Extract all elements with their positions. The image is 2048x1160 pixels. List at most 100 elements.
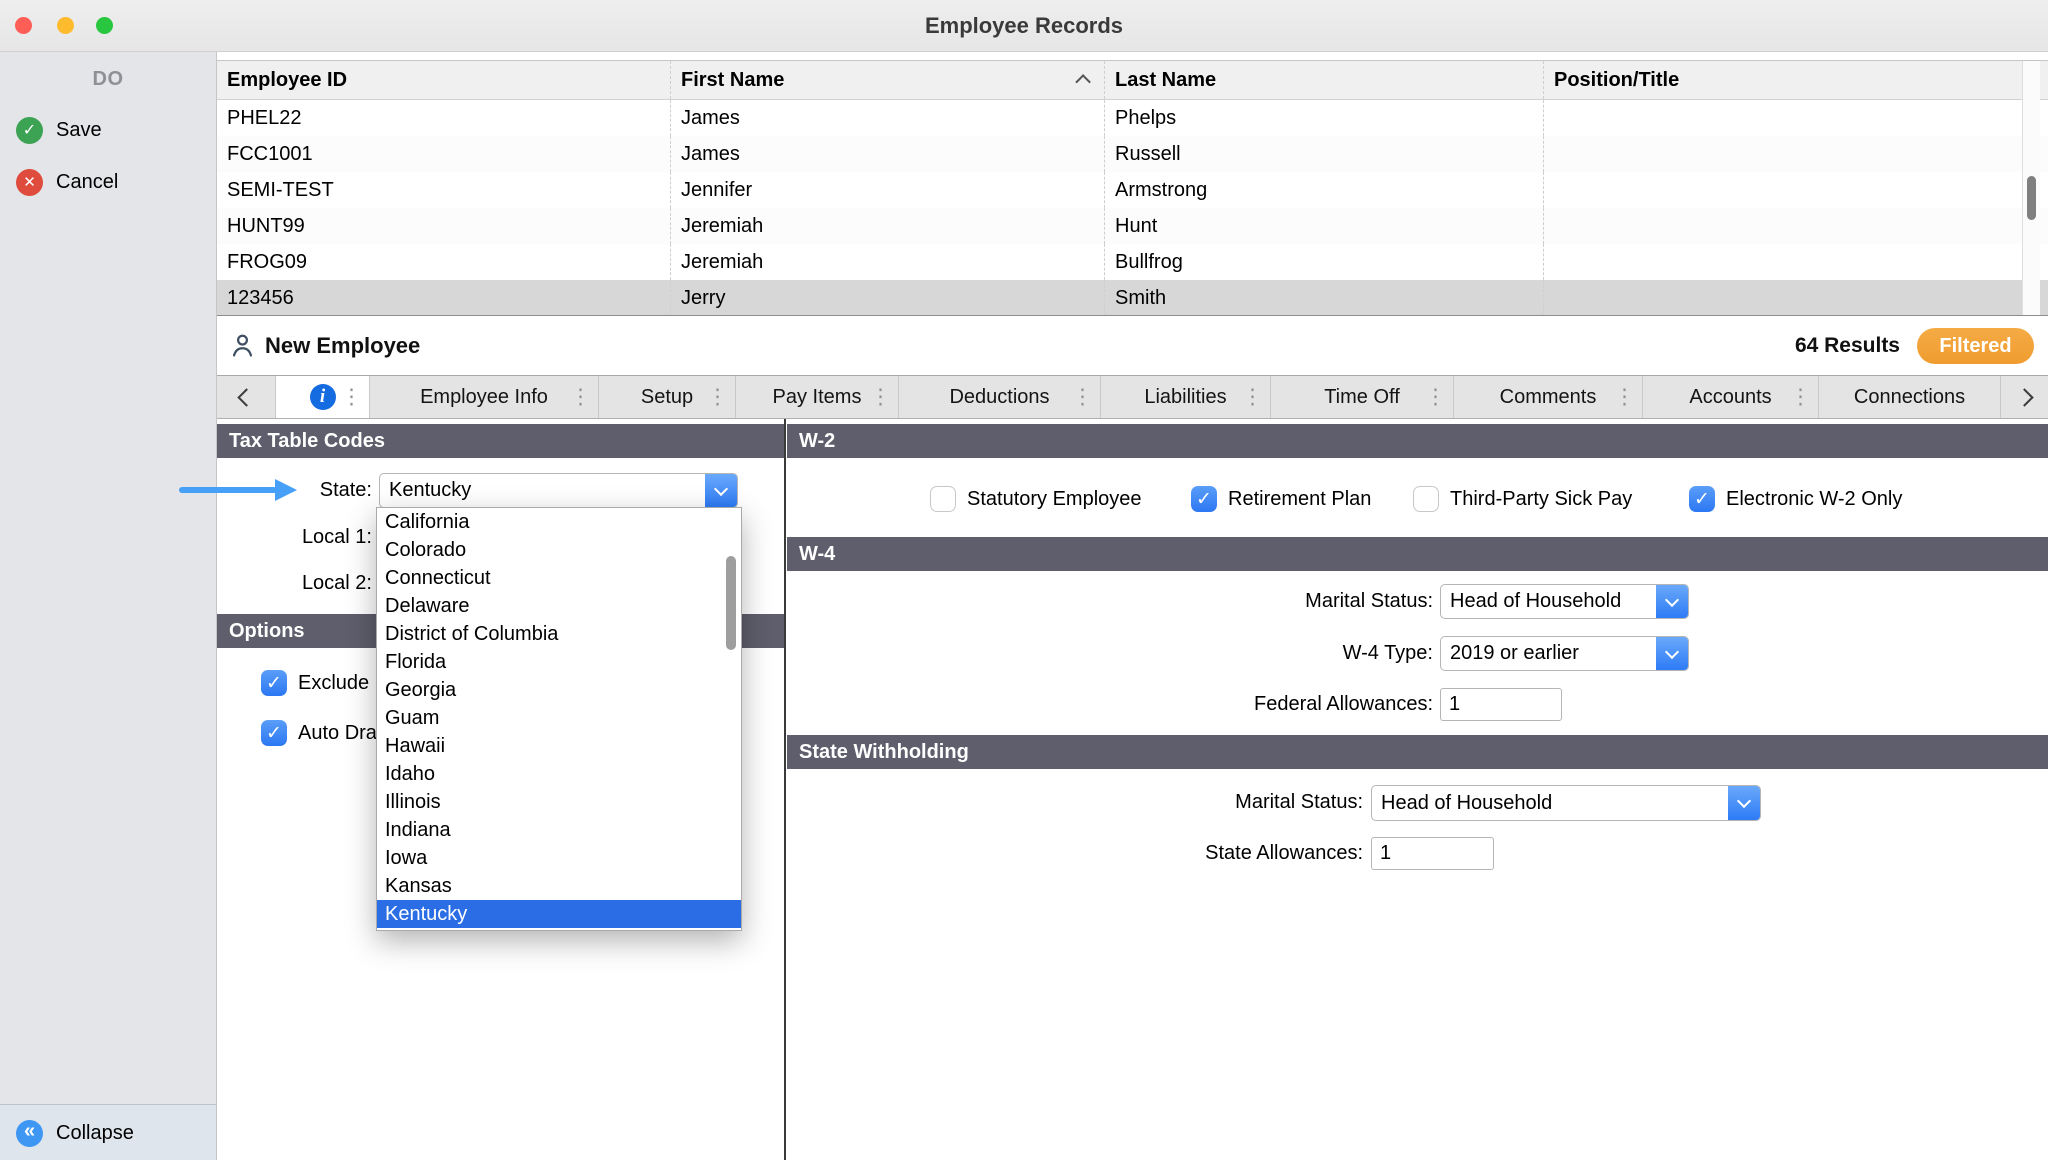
state-option[interactable]: Colorado [377, 536, 741, 564]
tab-menu-icon[interactable] [870, 385, 891, 410]
table-row-selected[interactable]: 123456 Jerry Smith [217, 280, 2048, 316]
column-header-first-name[interactable]: First Name [670, 61, 1104, 99]
tab-setup[interactable]: Setup [599, 376, 736, 418]
exclude-checkbox-label: Exclude [298, 672, 369, 695]
checkbox-checked-icon[interactable] [1191, 486, 1217, 512]
cell-first-name: Jerry [670, 280, 1104, 316]
tab-deductions[interactable]: Deductions [899, 376, 1101, 418]
dropdown-button[interactable] [1656, 637, 1688, 670]
tab-employee-info[interactable]: Employee Info [370, 376, 599, 418]
state-option[interactable]: District of Columbia [377, 620, 741, 648]
cell-last-name: Phelps [1104, 100, 1543, 136]
tabs-scroll-left-button[interactable] [217, 376, 276, 418]
state-option[interactable]: Idaho [377, 760, 741, 788]
state-option[interactable]: Kansas [377, 872, 741, 900]
tab-comments[interactable]: Comments [1454, 376, 1643, 418]
federal-allowances-input[interactable] [1440, 688, 1562, 721]
state-option[interactable]: Florida [377, 648, 741, 676]
state-option[interactable]: Delaware [377, 592, 741, 620]
cell-position [1543, 100, 2048, 136]
column-header-position[interactable]: Position/Title [1543, 61, 2048, 99]
statutory-employee-checkbox-group[interactable]: Statutory Employee [930, 486, 1142, 512]
cell-last-name: Armstrong [1104, 172, 1543, 208]
sidebar-section-label: DO [0, 52, 216, 91]
w4-marital-status-dropdown[interactable]: Head of Household [1440, 584, 1689, 619]
zoom-window-button[interactable] [96, 17, 113, 34]
table-scrollbar-thumb[interactable] [2027, 176, 2036, 220]
chevron-down-icon [1737, 794, 1751, 808]
retirement-plan-checkbox-group[interactable]: Retirement Plan [1191, 486, 1371, 512]
auto-draft-checkbox-group[interactable]: Auto Dra [261, 720, 377, 746]
filtered-badge[interactable]: Filtered [1917, 328, 2034, 364]
record-title: New Employee [265, 316, 420, 375]
tab-menu-icon[interactable] [570, 385, 591, 410]
state-option[interactable]: Iowa [377, 844, 741, 872]
tab-menu-icon[interactable] [1072, 385, 1093, 410]
tab-connections[interactable]: Connections [1819, 376, 2001, 418]
cell-first-name: James [670, 100, 1104, 136]
cell-last-name: Russell [1104, 136, 1543, 172]
checkbox-checked-icon[interactable] [261, 670, 287, 696]
table-row[interactable]: SEMI-TEST Jennifer Armstrong [217, 172, 2048, 208]
tabs-scroll-right-button[interactable] [2001, 376, 2048, 418]
w4-header: W-4 [787, 537, 2048, 571]
cell-employee-id: HUNT99 [217, 208, 670, 244]
table-row[interactable]: FROG09 Jeremiah Bullfrog [217, 244, 2048, 280]
w4-type-dropdown[interactable]: 2019 or earlier [1440, 636, 1689, 671]
tab-time-off[interactable]: Time Off [1271, 376, 1454, 418]
close-window-button[interactable] [15, 17, 32, 34]
state-option[interactable]: Indiana [377, 816, 741, 844]
tab-accounts[interactable]: Accounts [1643, 376, 1819, 418]
collapse-button[interactable]: Collapse [16, 1118, 134, 1148]
checkbox-checked-icon[interactable] [1689, 486, 1715, 512]
state-dropdown-menu: California Colorado Connecticut Delaware… [376, 507, 742, 931]
checkbox-unchecked-icon[interactable] [930, 486, 956, 512]
table-row[interactable]: HUNT99 Jeremiah Hunt [217, 208, 2048, 244]
cancel-button[interactable]: Cancel [16, 167, 118, 197]
tab-pay-items[interactable]: Pay Items [736, 376, 899, 418]
table-row[interactable]: PHEL22 James Phelps [217, 100, 2048, 136]
column-header-employee-id[interactable]: Employee ID [217, 61, 670, 99]
state-option-selected[interactable]: Kentucky [377, 900, 741, 928]
w4-marital-status-label: Marital Status: [1133, 584, 1433, 619]
state-option[interactable]: Guam [377, 704, 741, 732]
table-scrollbar[interactable] [2022, 61, 2040, 315]
state-allowances-input[interactable] [1371, 837, 1494, 870]
state-option[interactable]: Hawaii [377, 732, 741, 760]
tab-liabilities[interactable]: Liabilities [1101, 376, 1271, 418]
electronic-w2-checkbox-group[interactable]: Electronic W-2 Only [1689, 486, 1902, 512]
checkbox-checked-icon[interactable] [261, 720, 287, 746]
cell-employee-id: FCC1001 [217, 136, 670, 172]
w4-type-label: W-4 Type: [1133, 636, 1433, 671]
state-option[interactable]: Illinois [377, 788, 741, 816]
tab-menu-icon[interactable] [1242, 385, 1263, 410]
dropdown-button[interactable] [1728, 786, 1760, 820]
table-header-row: Employee ID First Name Last Name Positio… [217, 61, 2048, 100]
checkbox-unchecked-icon[interactable] [1413, 486, 1439, 512]
state-option[interactable]: Georgia [377, 676, 741, 704]
column-header-last-name[interactable]: Last Name [1104, 61, 1543, 99]
minimize-window-button[interactable] [57, 17, 74, 34]
state-option[interactable]: California [377, 508, 741, 536]
tab-menu-icon[interactable] [1614, 385, 1635, 410]
state-dropdown[interactable]: Kentucky [379, 473, 738, 508]
cell-first-name: James [670, 136, 1104, 172]
tab-menu-icon[interactable] [341, 385, 362, 410]
federal-allowances-label: Federal Allowances: [1133, 687, 1433, 722]
tab-menu-icon[interactable] [707, 385, 728, 410]
dropdown-button[interactable] [705, 474, 737, 507]
tab-menu-icon[interactable] [1425, 385, 1446, 410]
tab-record-info[interactable] [276, 376, 370, 418]
third-party-sick-pay-checkbox-group[interactable]: Third-Party Sick Pay [1413, 486, 1632, 512]
dropdown-button[interactable] [1656, 585, 1688, 618]
collapse-label: Collapse [56, 1122, 134, 1145]
table-row[interactable]: FCC1001 James Russell [217, 136, 2048, 172]
menu-scrollbar-thumb[interactable] [726, 556, 736, 650]
save-button[interactable]: Save [16, 115, 102, 145]
state-option[interactable]: Connecticut [377, 564, 741, 592]
state-withholding-header: State Withholding [787, 735, 2048, 769]
state-marital-status-dropdown[interactable]: Head of Household [1371, 785, 1761, 821]
tab-menu-icon[interactable] [1790, 385, 1811, 410]
exclude-checkbox-group[interactable]: Exclude [261, 670, 369, 696]
cell-first-name: Jeremiah [670, 244, 1104, 280]
